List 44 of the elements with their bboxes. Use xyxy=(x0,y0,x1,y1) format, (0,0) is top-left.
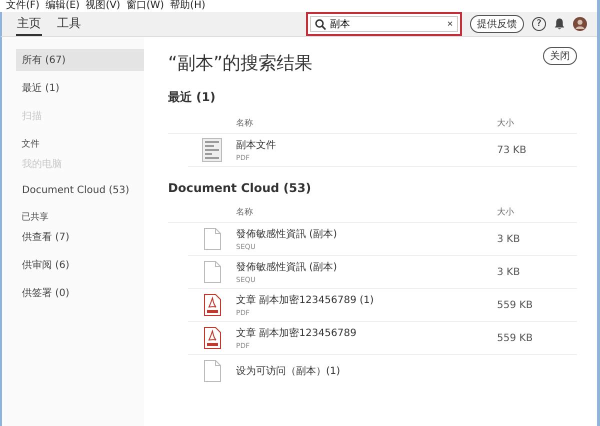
file-name[interactable]: 發佈敏感性資訊 (副本) xyxy=(236,227,497,241)
blank-document-icon xyxy=(204,228,220,250)
help-button[interactable]: ? xyxy=(532,17,546,31)
file-size: 3 KB xyxy=(497,234,521,244)
pdf-document-icon xyxy=(204,294,220,316)
file-size: 73 KB xyxy=(497,144,528,156)
file-size: 559 KB xyxy=(497,332,534,344)
search-icon xyxy=(315,18,326,30)
column-header: 名称 xyxy=(236,206,254,218)
sidebar-item[interactable]: 供查看 (7) xyxy=(16,226,144,248)
tab[interactable]: 工具 xyxy=(56,12,82,36)
menu-item[interactable]: 编辑(E) xyxy=(46,0,80,12)
pdf-document-icon xyxy=(204,327,220,349)
file-name[interactable]: 發佈敏感性資訊 (副本) xyxy=(236,260,497,274)
sidebar-item[interactable]: 最近 (1) xyxy=(16,77,144,99)
sidebar-heading: 文件 xyxy=(20,138,40,150)
sidebar-item[interactable]: 供审阅 (6) xyxy=(16,254,144,276)
column-header: 大小 xyxy=(497,206,515,218)
menu-item[interactable]: 帮助(H) xyxy=(170,0,206,12)
sidebar-item[interactable]: 所有 (67) xyxy=(16,49,144,71)
section-title: Document Cloud (53) xyxy=(168,181,312,195)
sidebar-item[interactable]: Document Cloud (53) xyxy=(16,181,144,200)
file-name[interactable]: 设为可访问（副本）(1) xyxy=(236,364,577,378)
search-field[interactable]: 副本 × xyxy=(306,12,462,36)
blank-document-icon xyxy=(204,360,220,382)
blank-document-icon xyxy=(204,261,220,283)
clear-button[interactable]: × xyxy=(447,18,453,30)
file-size: 559 KB xyxy=(497,300,534,310)
file-name[interactable]: 副本文件 xyxy=(236,138,497,152)
avatar-icon[interactable] xyxy=(573,17,587,31)
bell-icon[interactable] xyxy=(554,18,565,30)
file-name[interactable]: 文章 副本加密123456789 xyxy=(236,326,497,340)
menu-item[interactable]: 视图(V) xyxy=(86,0,120,12)
section-title: 最近 (1) xyxy=(168,89,216,106)
document-thumbnail-icon xyxy=(202,138,222,162)
column-header: 名称 xyxy=(236,118,254,129)
sidebar-heading: 已共享 xyxy=(20,211,50,224)
column-header: 大小 xyxy=(497,118,515,129)
close-button[interactable]: 关闭 xyxy=(543,47,577,65)
feedback-button[interactable]: 提供反馈 xyxy=(470,15,524,33)
file-name[interactable]: 文章 副本加密123456789 (1) xyxy=(236,293,497,307)
file-size: 3 KB xyxy=(497,266,521,278)
sidebar-item[interactable]: 供签署 (0) xyxy=(16,282,144,304)
results-title: “副本”的搜索结果 xyxy=(168,52,313,75)
